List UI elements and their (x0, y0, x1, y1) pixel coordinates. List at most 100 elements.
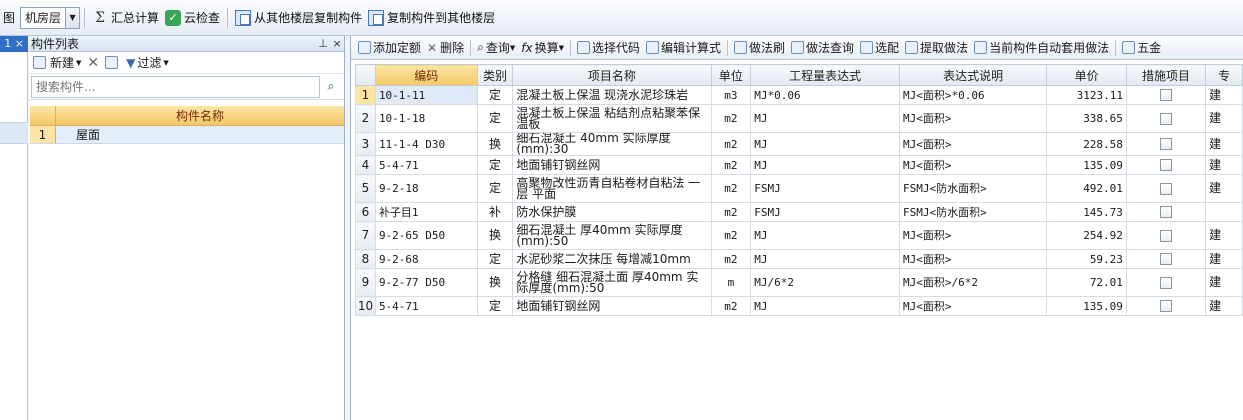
chevron-down-icon[interactable]: ▼ (65, 7, 80, 28)
left-panel-tab[interactable]: 1 × (0, 36, 28, 52)
summary-calc-button[interactable]: Σ 汇总计算 (89, 5, 162, 31)
unit-price[interactable]: 254.92 (1046, 221, 1127, 250)
add-quota-button[interactable]: 添加定额 (355, 39, 424, 56)
item-name[interactable]: 防水保护膜 (512, 202, 712, 222)
unit-price[interactable]: 135.09 (1046, 155, 1127, 175)
quantity-expression[interactable]: MJ (750, 104, 901, 133)
pick-button[interactable]: 选配 (857, 39, 902, 56)
specialty-cell[interactable]: 建 (1205, 221, 1243, 250)
item-type[interactable]: 定 (476, 85, 514, 105)
item-type[interactable]: 定 (476, 155, 514, 175)
quantity-expression[interactable]: MJ/6*2 (750, 268, 901, 297)
measure-item-checkbox[interactable] (1160, 89, 1173, 101)
table-row[interactable]: 4 5-4-71 定地面铺钉钢丝网 m2 MJ MJ<面积> 135.09 建 (355, 155, 1243, 175)
item-type[interactable]: 定 (476, 296, 514, 316)
measure-item-checkbox[interactable] (1160, 276, 1173, 289)
item-type[interactable]: 换 (476, 221, 514, 250)
table-row[interactable]: 9 9-2-77 D50 换分格缝 细石混凝土面 厚40mm 实际厚度(mm):50… (355, 268, 1243, 297)
quantity-expression[interactable]: MJ (750, 155, 901, 175)
unit-price[interactable]: 59.23 (1046, 249, 1127, 269)
specialty-header[interactable]: 专 (1205, 64, 1243, 86)
quantity-expression[interactable]: MJ*0.06 (750, 85, 901, 105)
specialty-cell[interactable]: 建 (1205, 132, 1243, 156)
specialty-cell[interactable]: 建 (1205, 296, 1243, 316)
item-code[interactable]: 补子目1 (374, 202, 478, 222)
filter-button[interactable]: ▼ 过滤 ▼ (126, 54, 169, 71)
search-icon[interactable]: ⌕ (320, 76, 342, 98)
item-unit[interactable]: m2 (710, 249, 752, 269)
item-unit[interactable]: m2 (710, 174, 752, 203)
measure-item-checkbox[interactable] (1160, 300, 1173, 312)
measure-item-header[interactable]: 措施项目 (1125, 64, 1207, 86)
table-row[interactable]: 7 9-2-65 D50 换细石混凝土 厚40mm 实际厚度(mm):50 m2 MJ M… (355, 221, 1243, 250)
specialty-cell[interactable]: 建 (1205, 104, 1243, 133)
item-type[interactable]: 换 (476, 132, 514, 156)
item-name[interactable]: 地面铺钉钢丝网 (512, 155, 712, 175)
unit-price[interactable]: 145.73 (1046, 202, 1127, 222)
specialty-cell[interactable]: 建 (1205, 85, 1243, 105)
component-search-input[interactable] (31, 75, 320, 98)
table-row[interactable]: 10 5-4-71 定地面铺钉钢丝网 m2 MJ MJ<面积> 135.09 建 (355, 296, 1243, 316)
copy-to-floor-button[interactable]: 复制构件到其他楼层 (365, 5, 498, 31)
item-unit[interactable]: m (710, 268, 752, 297)
measure-item-checkbox[interactable] (1160, 138, 1173, 150)
item-name[interactable]: 混凝土板上保温 粘结剂点粘聚苯保温板 (512, 104, 712, 133)
table-row[interactable]: 1 10-1-11 定混凝土板上保温 现浇水泥珍珠岩 m3 MJ*0.06 MJ<面积>*… (355, 85, 1243, 105)
pin-icon[interactable]: ⊥ (316, 37, 330, 50)
measure-item-checkbox[interactable] (1160, 206, 1173, 218)
table-row[interactable]: 3 11-1-4 D30 换细石混凝土 40mm 实际厚度(mm):30 m2 MJ MJ… (355, 132, 1243, 156)
quantity-expression[interactable]: MJ (750, 249, 901, 269)
edit-formula-button[interactable]: 编辑计算式 (643, 39, 724, 56)
measure-item-checkbox[interactable] (1160, 112, 1173, 125)
close-icon[interactable]: × (330, 37, 344, 50)
copy-component-button[interactable] (105, 56, 120, 69)
specialty-cell[interactable]: 建 (1205, 249, 1243, 269)
item-unit[interactable]: m3 (710, 85, 752, 105)
type-header[interactable]: 类别 (476, 64, 514, 86)
table-row[interactable]: 5 9-2-18 定高聚物改性沥青自粘卷材自粘法 一层 平面 m2 FSMJ FSMJ<防… (355, 174, 1243, 203)
copy-from-floor-button[interactable]: 从其他楼层复制构件 (232, 5, 365, 31)
item-code[interactable]: 9-2-68 (374, 249, 478, 269)
close-icon[interactable]: × (15, 37, 24, 50)
item-code[interactable]: 5-4-71 (374, 155, 478, 175)
item-name[interactable]: 混凝土板上保温 现浇水泥珍珠岩 (512, 85, 712, 105)
convert-button[interactable]: fx 换算 ▼ (518, 39, 567, 56)
extract-method-button[interactable]: 提取做法 (902, 39, 971, 56)
item-unit[interactable]: m2 (710, 296, 752, 316)
quantity-expression[interactable]: MJ (750, 132, 901, 156)
item-name[interactable]: 地面铺钉钢丝网 (512, 296, 712, 316)
unit-header[interactable]: 单位 (710, 64, 752, 86)
select-code-button[interactable]: 选择代码 (574, 39, 643, 56)
item-name-header[interactable]: 项目名称 (512, 64, 712, 86)
item-name[interactable]: 细石混凝土 厚40mm 实际厚度(mm):50 (512, 221, 712, 250)
auto-apply-button[interactable]: 当前构件自动套用做法 (971, 39, 1112, 56)
specialty-cell[interactable]: 建 (1205, 268, 1243, 297)
table-row[interactable]: 2 10-1-18 定混凝土板上保温 粘结剂点粘聚苯保温板 m2 MJ MJ<面积> 338… (355, 104, 1243, 133)
specialty-cell[interactable]: 建 (1205, 174, 1243, 203)
item-name[interactable]: 高聚物改性沥青自粘卷材自粘法 一层 平面 (512, 174, 712, 203)
unit-price[interactable]: 492.01 (1046, 174, 1127, 203)
item-type[interactable]: 补 (476, 202, 514, 222)
item-unit[interactable]: m2 (710, 132, 752, 156)
item-unit[interactable]: m2 (710, 104, 752, 133)
item-type[interactable]: 定 (476, 104, 514, 133)
quantity-expression[interactable]: FSMJ (750, 174, 901, 203)
quantity-expression[interactable]: MJ (750, 296, 901, 316)
specialty-cell[interactable] (1205, 202, 1243, 222)
item-name[interactable]: 分格缝 细石混凝土面 厚40mm 实际厚度(mm):50 (512, 268, 712, 297)
unit-price[interactable]: 135.09 (1046, 296, 1127, 316)
five-gold-button[interactable]: 五金 (1119, 39, 1164, 56)
item-code[interactable]: 9-2-77 D50 (374, 268, 478, 297)
measure-item-checkbox[interactable] (1160, 229, 1173, 242)
cloud-check-button[interactable]: ✓ 云检查 (162, 5, 223, 31)
query-button[interactable]: ⌕ 查询 ▼ (474, 39, 518, 56)
measure-item-checkbox[interactable] (1160, 253, 1173, 265)
quantity-expression[interactable]: MJ (750, 221, 901, 250)
unit-price[interactable]: 338.65 (1046, 104, 1127, 133)
item-type[interactable]: 定 (476, 249, 514, 269)
item-code[interactable]: 10-1-18 (374, 104, 478, 133)
table-row[interactable]: 6 补子目1 补防水保护膜 m2 FSMJ FSMJ<防水面积> 145.73 (355, 202, 1243, 222)
quantity-expression[interactable]: FSMJ (750, 202, 901, 222)
method-query-button[interactable]: 做法查询 (788, 39, 857, 56)
unit-price[interactable]: 3123.11 (1046, 85, 1127, 105)
